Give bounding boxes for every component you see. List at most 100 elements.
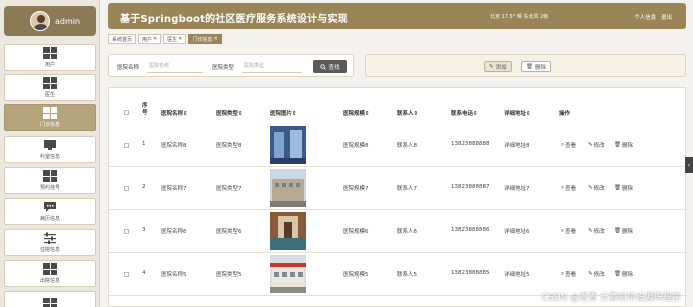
sidebar-item-more[interactable] (4, 291, 96, 307)
sort-icon: ⇕ (238, 111, 243, 117)
row-checkbox[interactable] (124, 272, 129, 277)
col-contact[interactable]: 联系人⇕ (397, 109, 418, 117)
col-address[interactable]: 详细地址⇕ (504, 109, 531, 117)
select-all-checkbox[interactable] (124, 110, 129, 115)
collapse-handle[interactable]: ‹ (685, 157, 693, 173)
tag-clinic[interactable]: 门诊信息 ✕ (188, 34, 222, 44)
search-button[interactable]: 查找 (313, 60, 347, 73)
sidebar-item-appointments[interactable]: 预约挂号 (4, 167, 96, 194)
search-icon: ⌕ (561, 141, 565, 148)
hospital-name-input[interactable] (147, 60, 203, 73)
delete-row-button-label: 删除 (621, 272, 633, 278)
col-image[interactable]: 医院图片⇕ (270, 109, 297, 117)
view-button[interactable]: ⌕ 查看 (561, 141, 577, 150)
hospital-name-label: 医院名称 (117, 65, 140, 71)
cell-phone: 13823888885 (451, 270, 490, 276)
hospital-type-label: 医院类型 (212, 65, 235, 71)
edit-icon: ✎ (588, 185, 593, 191)
cell-address: 详细地址6 (504, 229, 530, 235)
sidebar-item-label: 医生 (44, 92, 55, 98)
delete-row-button[interactable]: 🗑 删除 (614, 227, 633, 235)
view-button-label: 查看 (565, 272, 577, 278)
row-checkbox[interactable] (124, 186, 129, 191)
edit-button-label: 修改 (593, 186, 605, 192)
sort-icon: ⇕ (292, 111, 297, 117)
grid-icon (43, 170, 57, 182)
app-title: 基于Springboot的社区医疗服务系统设计与实现 (120, 14, 348, 25)
view-button[interactable]: ⌕ 查看 (561, 184, 577, 193)
close-icon[interactable]: ✕ (178, 36, 182, 42)
cell-scale: 医院规模8 (343, 143, 369, 149)
cell-contact: 联系人8 (397, 143, 417, 149)
sidebar-item-users[interactable]: 用户 (4, 44, 96, 71)
grid-icon (43, 77, 57, 89)
row-checkbox[interactable] (124, 143, 129, 148)
edit-button[interactable]: ✎ 修改 (588, 141, 605, 149)
delete-row-button-label: 删除 (621, 143, 633, 149)
col-type[interactable]: 医院类型⇕ (216, 109, 243, 117)
sidebar-item-doctors[interactable]: 医生 (4, 74, 96, 101)
data-table: 序号 医院名称⇕ 医院类型⇕ 医院图片⇕ 医院规模⇕ 联系人⇕ 联系电话⇕ 详细… (108, 87, 687, 307)
weather-info: 北京 17.5° 晴 东北风 2级 (490, 14, 549, 20)
cell-address: 详细地址7 (504, 186, 530, 192)
col-phone[interactable]: 联系电话⇕ (451, 109, 478, 117)
view-button-label: 查看 (565, 186, 577, 192)
profile-link[interactable]: 个人信息 (634, 15, 656, 21)
delete-button[interactable]: 🗑 删除 (521, 61, 551, 72)
search-panel: 医院名称 医院类型 查找 (108, 54, 354, 77)
sidebar-item-label: 住院信息 (39, 247, 60, 253)
sort-icon: ⇕ (473, 111, 478, 117)
tag-label: 用户 (142, 36, 153, 43)
sidebar-item-departments[interactable]: 科室信息 (4, 136, 96, 163)
view-button[interactable]: ⌕ 查看 (561, 227, 576, 236)
sidebar-item-clinic[interactable]: 门诊信息 (4, 104, 96, 131)
edit-icon: ✎ (489, 63, 494, 70)
sidebar-item-discharge[interactable]: 出院信息 (4, 260, 96, 287)
cell-contact: 联系人6 (397, 229, 417, 235)
edit-button[interactable]: ✎ 修改 (588, 227, 605, 235)
col-name[interactable]: 医院名称⇕ (161, 109, 188, 117)
sidebar-item-inpatient[interactable]: 住院信息 (4, 229, 96, 256)
cell-contact: 联系人5 (397, 272, 417, 278)
col-name-label: 医院名称 (161, 111, 184, 117)
sort-icon: ⇕ (365, 111, 370, 117)
edit-button[interactable]: ✎ 修改 (588, 270, 605, 278)
grid-icon (43, 107, 57, 119)
tag-home[interactable]: 系统首页 (108, 34, 137, 44)
close-icon[interactable]: ✕ (153, 36, 157, 42)
cell-name: 医院名称6 (161, 229, 187, 235)
sidebar: admin 用户 医生 门诊信息 科室信息 预约挂号 病历信息 住院信息 出院信… (0, 0, 100, 307)
close-icon[interactable]: ✕ (213, 36, 217, 42)
sidebar-item-records[interactable]: 病历信息 (4, 198, 96, 225)
edit-button-label: 修改 (593, 143, 605, 149)
cell-type: 医院类型7 (216, 186, 242, 192)
col-scale[interactable]: 医院规模⇕ (343, 109, 370, 117)
add-button-label: 添加 (495, 64, 507, 71)
view-button-label: 查看 (565, 143, 577, 149)
tag-label: 系统首页 (112, 36, 133, 43)
delete-row-button[interactable]: 🗑 删除 (614, 184, 633, 192)
sort-icon: ⇕ (183, 111, 188, 117)
delete-row-button[interactable]: 🗑 删除 (614, 270, 633, 278)
add-button[interactable]: ✎ 添加 (484, 61, 512, 72)
sidebar-item-label: 病历信息 (39, 216, 60, 222)
edit-button[interactable]: ✎ 修改 (588, 184, 605, 192)
sliders-icon (44, 232, 56, 244)
tag-doctors[interactable]: 医生 ✕ (163, 34, 187, 44)
edit-icon: ✎ (588, 142, 593, 148)
col-ops: 操作 (559, 111, 571, 117)
cell-phone: 13823888887 (451, 184, 490, 190)
delete-row-button[interactable]: 🗑 删除 (614, 141, 633, 149)
edit-icon: ✎ (588, 271, 593, 277)
cell-scale: 医院规模5 (343, 272, 369, 278)
logout-link[interactable]: 退出 (661, 15, 672, 21)
hospital-type-input[interactable] (242, 60, 302, 73)
grid-icon (43, 47, 57, 59)
view-button[interactable]: ⌕ 查看 (561, 270, 577, 279)
search-button-label: 查找 (328, 64, 340, 71)
col-index: 序号 (142, 103, 148, 116)
grid-icon (43, 263, 57, 275)
tag-users[interactable]: 用户 ✕ (138, 34, 162, 44)
app-root: admin 用户 医生 门诊信息 科室信息 预约挂号 病历信息 住院信息 出院信… (0, 0, 693, 307)
row-checkbox[interactable] (124, 229, 129, 234)
